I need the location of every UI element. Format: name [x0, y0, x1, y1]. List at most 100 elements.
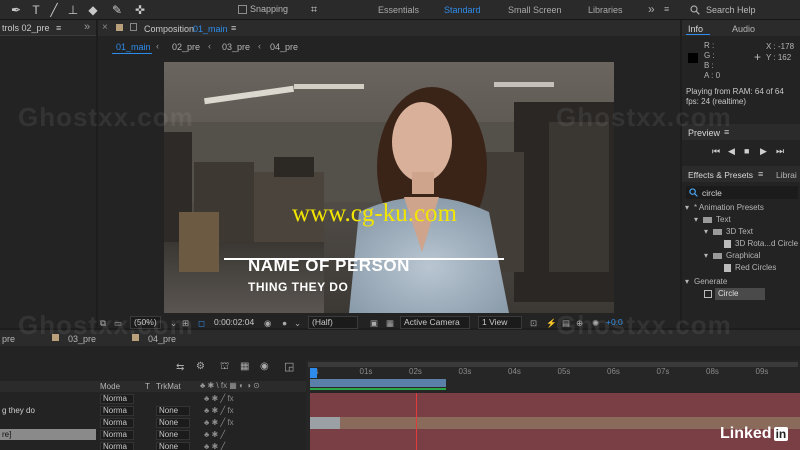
layer-trkmat-dropdown[interactable]: None [156, 430, 190, 440]
graph-editor-icon[interactable]: ◲ [284, 360, 294, 373]
flowchart-icon[interactable]: ⊕ [576, 318, 583, 329]
zoom-dropdown[interactable]: (50%) [130, 316, 161, 329]
timeline-icon[interactable]: ▤ [562, 318, 570, 329]
tree-generate[interactable]: ▾ Generate [682, 276, 800, 288]
breadcrumb-01-main[interactable]: 01_main [116, 42, 151, 52]
composition-mini-flowchart-icon[interactable]: ⇆ [176, 362, 184, 373]
breadcrumb-04-pre[interactable]: 04_pre [270, 42, 298, 52]
display-icon[interactable]: ▭ [114, 318, 122, 329]
fast-previews-icon[interactable]: ⚡ [546, 318, 557, 329]
tab-info[interactable]: Info [688, 24, 703, 34]
workspace-overflow-icon[interactable]: » [648, 2, 655, 16]
layer-trkmat-dropdown[interactable]: None [156, 442, 190, 450]
tab-libraries[interactable]: Librai [776, 170, 797, 180]
draft-3d-icon[interactable]: ⚙ [196, 361, 205, 372]
next-frame-icon[interactable]: ▶ [760, 146, 767, 157]
composition-tab-name[interactable]: 01_main [193, 24, 228, 34]
chevron-down-icon[interactable]: ⌄ [294, 318, 301, 329]
brush-tool-icon[interactable]: ╱ [46, 2, 62, 18]
tab-menu-icon[interactable]: ≡ [56, 23, 61, 33]
resolution-dropdown[interactable]: (Half) [308, 316, 358, 329]
layer-trkmat-dropdown[interactable]: None [156, 406, 190, 416]
layer-bar-selected[interactable] [310, 417, 340, 429]
table-row[interactable]: Norma ♣ ✱ ╱ fx [0, 393, 306, 405]
workspace-menu-icon[interactable]: ≡ [664, 4, 669, 14]
table-row[interactable]: Norma None ♣ ✱ ╱ [0, 441, 306, 450]
composition-viewer[interactable]: NAME OF PERSON THING THEY DO www.cg-ku.c… [164, 62, 614, 313]
layer-switches[interactable]: ♣ ✱ ╱ fx [204, 406, 234, 415]
timeline-tab-04-pre[interactable]: 04_pre [148, 334, 176, 344]
panel-overflow-icon[interactable]: » [84, 21, 90, 33]
layer-switches[interactable]: ♣ ✱ ╱ [204, 442, 225, 450]
layer-switches[interactable]: ♣ ✱ ╱ fx [204, 418, 234, 427]
camera-dropdown[interactable]: Active Camera [400, 316, 470, 329]
first-frame-icon[interactable]: ⏮ [712, 146, 720, 157]
table-row[interactable]: g they do Norma None ♣ ✱ ╱ fx [0, 405, 306, 417]
tree-3d-text[interactable]: ▾ 3D Text [682, 226, 800, 238]
current-timecode[interactable]: 0:00:02:04 [214, 317, 254, 327]
layer-mode-dropdown[interactable]: Norma [100, 394, 134, 404]
frame-blending-icon[interactable]: ▦ [240, 361, 249, 372]
workspace-small-screen[interactable]: Small Screen [508, 5, 562, 15]
layer-switches[interactable]: ♣ ✱ ╱ [204, 430, 225, 439]
snap-options-icon[interactable]: ⌗ [306, 2, 322, 18]
layer-mode-dropdown[interactable]: Norma [100, 430, 134, 440]
timeline-tab-03-pre[interactable]: 03_pre [68, 334, 96, 344]
breadcrumb-02-pre[interactable]: 02_pre [172, 42, 200, 52]
tab-menu-icon[interactable]: ≡ [231, 23, 236, 33]
preview-title[interactable]: Preview [688, 128, 720, 138]
composition-tab-prefix[interactable]: Composition [144, 24, 194, 34]
reset-exposure-icon[interactable]: ✺ [592, 318, 599, 329]
exposure-value[interactable]: +0.0 [606, 317, 623, 327]
show-channel-icon[interactable]: ● [282, 318, 287, 328]
workspace-libraries[interactable]: Libraries [588, 5, 623, 15]
layer-mode-dropdown[interactable]: Norma [100, 418, 134, 428]
tab-effects-presets[interactable]: Effects & Presets [688, 170, 753, 180]
pen-tool-icon[interactable]: ✒ [8, 2, 24, 18]
current-time-indicator-head[interactable] [310, 368, 317, 378]
previous-frame-icon[interactable]: ◀ [728, 146, 735, 157]
snapping-checkbox[interactable] [238, 4, 247, 14]
close-icon[interactable]: × [102, 22, 108, 33]
roto-brush-icon[interactable]: ✎ [109, 2, 125, 18]
snapping-toggle[interactable]: Snapping [238, 4, 288, 14]
layer-mode-dropdown[interactable]: Norma [100, 406, 134, 416]
search-help-field[interactable]: Search Help [690, 3, 796, 17]
timeline-tab-pre[interactable]: pre [2, 334, 15, 344]
puppet-pin-icon[interactable]: ✜ [132, 2, 148, 18]
layer-switches[interactable]: ♣ ✱ ╱ fx [204, 394, 234, 403]
stop-icon[interactable]: ■ [744, 146, 749, 156]
clone-stamp-icon[interactable]: ⊥ [65, 2, 81, 18]
work-area-bar[interactable] [310, 379, 446, 387]
table-row[interactable]: re] Norma None ♣ ✱ ╱ [0, 429, 306, 441]
effect-controls-tab[interactable]: trols 02_pre [2, 23, 50, 33]
tab-menu-icon[interactable]: ≡ [724, 127, 729, 137]
layer-mode-dropdown[interactable]: Norma [100, 442, 134, 450]
chevron-down-icon[interactable]: ⌄ [170, 318, 177, 329]
toggle-pixel-aspect-icon[interactable]: ⊡ [530, 318, 537, 329]
last-frame-icon[interactable]: ⏭ [776, 146, 784, 157]
workspace-essentials[interactable]: Essentials [378, 5, 419, 15]
workspace-standard[interactable]: Standard [444, 5, 481, 15]
tree-circle[interactable]: Circle [682, 288, 800, 300]
motion-blur-icon[interactable]: ◉ [260, 361, 269, 372]
tree-text[interactable]: ▾ Text [682, 214, 800, 226]
table-row[interactable]: Norma None ♣ ✱ ╱ fx [0, 417, 306, 429]
tree-3d-rotate-circle[interactable]: 3D Rota...d Circle [682, 238, 800, 250]
always-preview-icon[interactable]: ⧉ [100, 318, 106, 329]
mask-visibility-icon[interactable]: ◻ [198, 318, 205, 329]
layer-trkmat-dropdown[interactable]: None [156, 418, 190, 428]
tree-graphical[interactable]: ▾ Graphical [682, 250, 800, 262]
region-of-interest-icon[interactable]: ▣ [370, 318, 378, 329]
transparency-grid-icon[interactable]: ▦ [386, 318, 394, 329]
camera-snapshot-icon[interactable]: ◉ [264, 318, 271, 329]
eraser-tool-icon[interactable]: ◆ [85, 2, 101, 18]
shy-layers-icon[interactable]: ⛫ [220, 361, 229, 374]
time-navigator[interactable] [308, 362, 798, 367]
effects-search-field[interactable]: circle [686, 186, 798, 199]
type-tool-icon[interactable]: T [28, 2, 44, 18]
tab-audio[interactable]: Audio [732, 24, 755, 34]
grid-icon[interactable]: ⊞ [182, 318, 189, 329]
tree-animation-presets[interactable]: ▾ * Animation Presets [682, 202, 800, 214]
view-layout-dropdown[interactable]: 1 View [478, 316, 522, 329]
